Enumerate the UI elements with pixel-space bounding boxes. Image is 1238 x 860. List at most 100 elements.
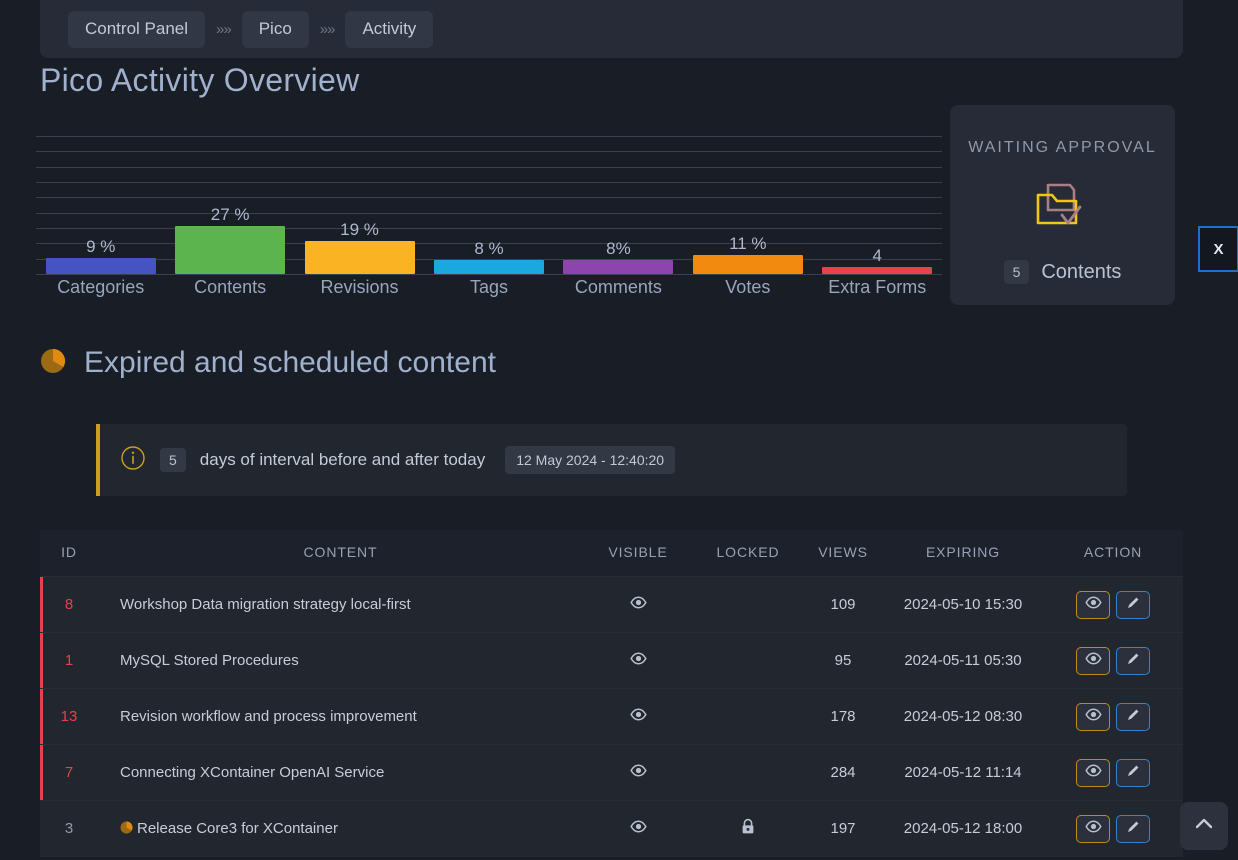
waiting-approval-count: 5 — [1004, 260, 1030, 284]
table-body: 8Workshop Data migration strategy local-… — [40, 577, 1183, 857]
close-button[interactable]: X — [1198, 226, 1238, 272]
cell-expiring: 2024-05-12 11:14 — [883, 745, 1043, 801]
edit-button[interactable] — [1116, 759, 1150, 787]
cell-action[interactable] — [1043, 577, 1183, 633]
view-button[interactable] — [1076, 647, 1110, 675]
cell-locked — [693, 745, 803, 801]
cell-visible — [583, 801, 693, 857]
breadcrumb: Control Panel »» Pico »» Activity — [40, 0, 1183, 58]
column-header-views: VIEWS — [803, 530, 883, 577]
cell-views: 109 — [803, 577, 883, 633]
chart-bar[interactable] — [563, 260, 673, 274]
cell-action[interactable] — [1043, 801, 1183, 857]
cell-locked — [693, 801, 803, 857]
column-header-visible: VISIBLE — [583, 530, 693, 577]
chart-bar[interactable] — [434, 260, 544, 274]
chart-bar-value-label: 27 % — [211, 206, 250, 223]
lock-icon — [740, 822, 756, 839]
view-button[interactable] — [1076, 591, 1110, 619]
view-button[interactable] — [1076, 815, 1110, 843]
cell-views: 178 — [803, 689, 883, 745]
table-row[interactable]: 7 Connecting XContainer OpenAI Service 284… — [40, 745, 1183, 801]
chart-x-axis-labels: CategoriesContentsRevisionsTagsCommentsV… — [36, 274, 942, 301]
table-row[interactable]: 8Workshop Data migration strategy local-… — [40, 577, 1183, 633]
chart-bar[interactable] — [46, 258, 156, 274]
table-header-row: ID CONTENT VISIBLE LOCKED VIEWS EXPIRING… — [40, 530, 1183, 577]
cell-expiring: 2024-05-12 18:00 — [883, 801, 1043, 857]
cell-content[interactable]: MySQL Stored Procedures — [98, 633, 583, 689]
column-header-expiring: EXPIRING — [883, 530, 1043, 577]
scroll-to-top-button[interactable] — [1180, 802, 1228, 850]
cell-id: 7 — [40, 745, 98, 801]
table-row[interactable]: 13Revision workflow and process improvem… — [40, 689, 1183, 745]
column-header-locked: LOCKED — [693, 530, 803, 577]
cell-id: 8 — [40, 577, 98, 633]
breadcrumb-item-pico[interactable]: Pico — [242, 11, 309, 48]
chart-category-label: Revisions — [295, 274, 424, 301]
chart-bar[interactable] — [822, 267, 932, 274]
cell-locked — [693, 633, 803, 689]
edit-button[interactable] — [1116, 591, 1150, 619]
table-row[interactable]: 1MySQL Stored Procedures952024-05-11 05:… — [40, 633, 1183, 689]
eye-icon — [630, 822, 647, 839]
cell-expiring: 2024-05-11 05:30 — [883, 633, 1043, 689]
cell-action[interactable] — [1043, 689, 1183, 745]
view-button[interactable] — [1076, 703, 1110, 731]
cell-action[interactable] — [1043, 633, 1183, 689]
pencil-icon — [1126, 595, 1141, 614]
cell-content[interactable]: Release Core3 for XContainer — [98, 801, 583, 857]
chart-bar[interactable] — [175, 226, 285, 274]
expired-content-table: ID CONTENT VISIBLE LOCKED VIEWS EXPIRING… — [40, 530, 1183, 857]
content-title: MySQL Stored Procedures — [120, 652, 299, 669]
activity-bar-chart: 9 %27 %19 %8 %8%11 %4 CategoriesContents… — [36, 136, 942, 301]
view-button[interactable] — [1076, 759, 1110, 787]
cell-locked — [693, 577, 803, 633]
chart-bar-group: 8 % — [424, 136, 553, 274]
eye-icon — [1085, 818, 1102, 839]
chart-bar-group: 27 % — [165, 136, 294, 274]
cell-views: 284 — [803, 745, 883, 801]
chart-bar-group: 8% — [554, 136, 683, 274]
content-title: Release Core3 for XContainer — [137, 820, 338, 837]
cell-action[interactable] — [1043, 745, 1183, 801]
waiting-approval-title: WAITING APPROVAL — [968, 139, 1156, 157]
chart-bar-value-label: 9 % — [86, 238, 115, 255]
waiting-approval-entity: Contents — [1041, 261, 1121, 284]
chart-bar[interactable] — [693, 255, 803, 274]
edit-button[interactable] — [1116, 647, 1150, 675]
chart-category-label: Extra Forms — [813, 274, 942, 301]
pencil-icon — [1126, 819, 1141, 838]
edit-button[interactable] — [1116, 703, 1150, 731]
pencil-icon — [1126, 651, 1141, 670]
chart-bar-value-label: 19 % — [340, 221, 379, 238]
cell-content[interactable]: Revision workflow and process improvemen… — [98, 689, 583, 745]
eye-icon — [630, 654, 647, 671]
interval-description: days of interval before and after today — [200, 450, 485, 470]
interval-info-banner: 5 days of interval before and after toda… — [96, 424, 1127, 496]
breadcrumb-item-control-panel[interactable]: Control Panel — [68, 11, 205, 48]
breadcrumb-separator: »» — [309, 21, 346, 38]
cell-expiring: 2024-05-10 15:30 — [883, 577, 1043, 633]
column-header-action: ACTION — [1043, 530, 1183, 577]
expired-scheduled-section-heading: Expired and scheduled content — [40, 346, 496, 380]
pencil-icon — [1126, 763, 1141, 782]
cell-content[interactable]: Connecting XContainer OpenAI Service — [98, 745, 583, 801]
section-title: Expired and scheduled content — [84, 346, 496, 380]
breadcrumb-item-activity[interactable]: Activity — [345, 11, 433, 48]
cell-content[interactable]: Workshop Data migration strategy local-f… — [98, 577, 583, 633]
waiting-approval-summary: 5 Contents — [1004, 260, 1122, 284]
chart-bar-group: 4 — [813, 136, 942, 274]
chart-bar[interactable] — [305, 241, 415, 274]
chart-bar-value-label: 8% — [606, 240, 631, 257]
waiting-approval-card[interactable]: WAITING APPROVAL 5 Contents — [950, 105, 1175, 305]
cell-expiring: 2024-05-12 08:30 — [883, 689, 1043, 745]
table-row[interactable]: 3Release Core3 for XContainer1972024-05-… — [40, 801, 1183, 857]
content-title: Connecting XContainer OpenAI Service — [120, 764, 384, 781]
eye-icon — [630, 766, 647, 783]
chart-category-label: Contents — [165, 274, 294, 301]
edit-button[interactable] — [1116, 815, 1150, 843]
breadcrumb-separator: »» — [205, 21, 242, 38]
folder-check-icon — [1032, 179, 1094, 242]
chart-bar-group: 19 % — [295, 136, 424, 274]
chart-bar-value-label: 4 — [873, 247, 882, 264]
